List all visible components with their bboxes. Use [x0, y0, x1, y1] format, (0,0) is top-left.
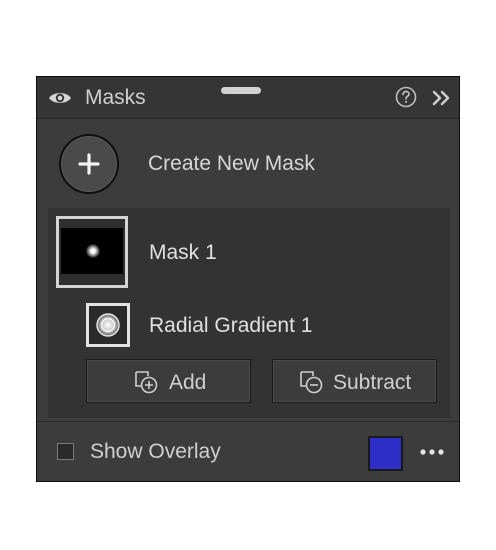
mask-item[interactable]: Mask 1 Radial Gradient 1 Add Subtract: [48, 208, 450, 418]
panel-header: Masks: [37, 77, 459, 119]
plus-icon: [78, 153, 100, 175]
mask-thumbnail[interactable]: [56, 216, 128, 288]
more-horizontal-icon[interactable]: [419, 448, 445, 456]
create-new-mask-label[interactable]: Create New Mask: [148, 152, 315, 176]
mask-thumbnail-image: [61, 228, 123, 274]
eye-icon[interactable]: [48, 90, 72, 106]
show-overlay-label[interactable]: Show Overlay: [90, 440, 221, 464]
add-button[interactable]: Add: [86, 359, 251, 403]
subtract-mask-icon: [300, 371, 323, 394]
radial-gradient-icon: [96, 313, 120, 337]
component-name[interactable]: Radial Gradient 1: [149, 314, 312, 338]
mask-name[interactable]: Mask 1: [149, 241, 217, 265]
double-chevron-right-icon[interactable]: [431, 88, 451, 108]
add-label: Add: [169, 371, 207, 394]
help-circle-icon[interactable]: [395, 86, 417, 108]
drag-handle[interactable]: [221, 87, 261, 94]
mask-thumbnail-highlight: [86, 244, 100, 258]
add-mask-icon: [135, 371, 158, 394]
subtract-button[interactable]: Subtract: [272, 359, 437, 403]
overlay-color-swatch[interactable]: [368, 436, 403, 471]
radial-gradient-component-thumb[interactable]: [86, 303, 130, 347]
panel-footer: Show Overlay: [37, 421, 459, 481]
panel-title: Masks: [85, 86, 146, 109]
subtract-label: Subtract: [333, 371, 412, 394]
masks-panel: Masks Create New Mask Mask 1 Radial Grad…: [36, 76, 460, 482]
show-overlay-checkbox[interactable]: [57, 443, 74, 460]
create-new-mask-button[interactable]: [59, 134, 119, 194]
create-new-mask-row[interactable]: Create New Mask: [37, 119, 459, 205]
